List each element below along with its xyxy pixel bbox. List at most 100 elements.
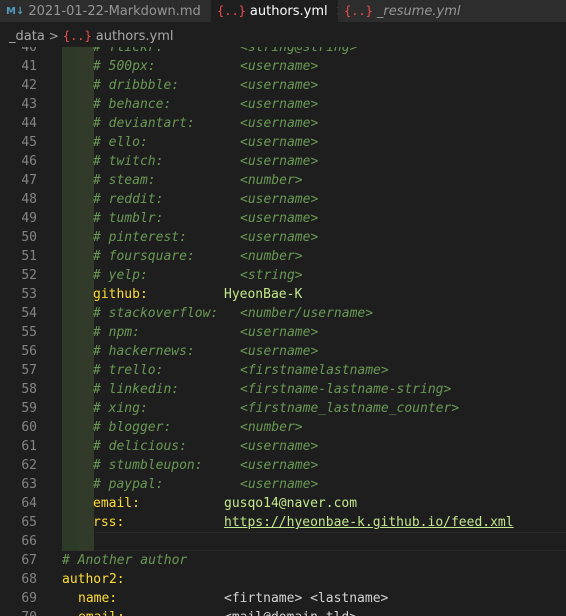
yaml-value: <username> bbox=[240, 97, 319, 112]
indent-guide bbox=[78, 114, 94, 133]
breadcrumb-file[interactable]: authors.yml bbox=[96, 29, 174, 44]
indent-guide bbox=[78, 95, 94, 114]
code-line[interactable]: 55 # npm: <username> bbox=[0, 323, 566, 342]
code-line[interactable]: 47 # steam: <number> bbox=[0, 171, 566, 190]
code-line[interactable]: 58 # linkedin: <firstname-lastname-string> bbox=[0, 380, 566, 399]
line-number: 67 bbox=[21, 553, 37, 568]
indent-guide bbox=[78, 380, 94, 399]
code-line[interactable]: 67 # Another author bbox=[0, 551, 566, 570]
code-line[interactable]: 70 email: <mail@domain.tld> bbox=[0, 608, 566, 616]
code-editor[interactable]: 40 # flickr: <string@string> 41 # 500px: <use… bbox=[0, 47, 566, 616]
code-line[interactable]: 52 # yelp: <string> bbox=[0, 266, 566, 285]
code-line[interactable]: 43 # behance: <username> bbox=[0, 95, 566, 114]
code-line[interactable]: 65 rss: https://hyeonbae-k.github.io/feed.… bbox=[0, 513, 566, 532]
code-line[interactable]: 41 # 500px: <username> bbox=[0, 57, 566, 76]
line-number: 70 bbox=[0, 608, 37, 616]
indent-guide bbox=[78, 532, 94, 551]
tab-markdown[interactable]: M↓ 2021-01-22-Markdown.md bbox=[0, 0, 211, 22]
code-line[interactable]: 51 # foursquare: <number> bbox=[0, 247, 566, 266]
code-line[interactable]: 69 name: <firtname> <lastname> bbox=[0, 589, 566, 608]
code-line[interactable]: 46 # twitch: <username> bbox=[0, 152, 566, 171]
indent-guide bbox=[78, 399, 94, 418]
line-number: 52 bbox=[21, 268, 37, 283]
line-number: 41 bbox=[21, 59, 37, 74]
indent-guide bbox=[78, 228, 94, 247]
yaml-comment: # xing: bbox=[93, 401, 148, 416]
code-line[interactable]: 48 # reddit: <username> bbox=[0, 190, 566, 209]
yaml-comment: # dribbble: bbox=[93, 78, 180, 93]
code-line[interactable]: 42 # dribbble: <username> bbox=[0, 76, 566, 95]
tab-label: _resume.yml bbox=[376, 3, 461, 19]
tab-resume-yml[interactable]: {..} _resume.yml bbox=[338, 0, 566, 22]
code-line[interactable]: 45 # ello: <username> bbox=[0, 133, 566, 152]
line-number: 63 bbox=[21, 477, 37, 492]
code-line[interactable]: 54 # stackoverflow: <number/username> bbox=[0, 304, 566, 323]
line-number: 49 bbox=[21, 211, 37, 226]
yaml-value: <username> bbox=[240, 211, 319, 226]
yaml-comment: # deviantart: bbox=[93, 116, 195, 131]
code-line[interactable]: 64 email: gusqo14@naver.com bbox=[0, 494, 566, 513]
yaml-value: <username> bbox=[240, 192, 319, 207]
line-number: 66 bbox=[21, 534, 37, 549]
indent-guide bbox=[62, 247, 78, 266]
yaml-comment: # npm: bbox=[93, 325, 140, 340]
yaml-comment: # behance: bbox=[93, 97, 172, 112]
yaml-comment: # reddit: bbox=[93, 192, 164, 207]
code-line[interactable]: 40 # flickr: <string@string> bbox=[0, 47, 566, 57]
indent-guide bbox=[62, 342, 78, 361]
yaml-value: <username> bbox=[240, 59, 319, 74]
line-number: 57 bbox=[21, 363, 37, 378]
yaml-key: rss: bbox=[93, 515, 125, 530]
yaml-comment: # foursquare: bbox=[93, 249, 195, 264]
indent-guide bbox=[62, 228, 78, 247]
yaml-value: <username> bbox=[240, 477, 319, 492]
yaml-value: <username> bbox=[240, 116, 319, 131]
indent-guide bbox=[78, 456, 94, 475]
code-line[interactable]: 56 # hackernews: <username> bbox=[0, 342, 566, 361]
tab-label: authors.yml bbox=[249, 3, 328, 19]
indent-guide bbox=[62, 418, 78, 437]
code-line[interactable]: 63 # paypal: <username> bbox=[0, 475, 566, 494]
tab-bar: M↓ 2021-01-22-Markdown.md {..} authors.y… bbox=[0, 0, 566, 22]
line-number: 62 bbox=[21, 458, 37, 473]
tab-authors-yml[interactable]: {..} authors.yml × bbox=[211, 0, 347, 22]
indent-guide bbox=[78, 247, 94, 266]
tab-label: 2021-01-22-Markdown.md bbox=[28, 3, 201, 19]
yaml-value: <mail@domain.tld> bbox=[224, 608, 357, 616]
indent-guide bbox=[78, 76, 94, 95]
code-line[interactable]: 57 # trello: <firstnamelastname> bbox=[0, 361, 566, 380]
code-line[interactable]: 62 # stumbleupon: <username> bbox=[0, 456, 566, 475]
code-line[interactable]: 49 # tumblr: <username> bbox=[0, 209, 566, 228]
indent-guide bbox=[62, 114, 78, 133]
yaml-comment: # 500px: bbox=[93, 59, 156, 74]
yaml-value: HyeonBae-K bbox=[224, 287, 303, 302]
code-line[interactable]: 53 github: HyeonBae-K bbox=[0, 285, 566, 304]
yaml-comment: # delicious: bbox=[93, 439, 187, 454]
indent-guide bbox=[78, 304, 94, 323]
code-line[interactable]: 50 # pinterest: <username> bbox=[0, 228, 566, 247]
yaml-value: <username> bbox=[240, 154, 319, 169]
code-line[interactable]: 68 author2: bbox=[0, 570, 566, 589]
editor-lines: 40 # flickr: <string@string> 41 # 500px: <use… bbox=[0, 47, 566, 616]
line-number: 50 bbox=[21, 230, 37, 245]
line-number: 44 bbox=[21, 116, 37, 131]
line-number: 65 bbox=[21, 515, 37, 530]
yaml-comment: # linkedin: bbox=[93, 382, 180, 397]
breadcrumb-folder[interactable]: _data bbox=[9, 29, 45, 44]
yaml-comment: # steam: bbox=[93, 173, 156, 188]
yaml-comment: # blogger: bbox=[93, 420, 172, 435]
line-number: 48 bbox=[21, 192, 37, 207]
code-line[interactable]: 60 # blogger: <number> bbox=[0, 418, 566, 437]
indent-guide bbox=[62, 285, 78, 304]
code-line[interactable]: 66 bbox=[0, 532, 566, 551]
yaml-value: <firtname> <lastname> bbox=[224, 591, 389, 606]
chevron-right-icon: > bbox=[48, 29, 59, 43]
code-line[interactable]: 61 # delicious: <username> bbox=[0, 437, 566, 456]
code-line[interactable]: 44 # deviantart: <username> bbox=[0, 114, 566, 133]
yaml-value: <number> bbox=[240, 249, 303, 264]
yaml-value: <number> bbox=[240, 173, 303, 188]
code-line[interactable]: 59 # xing: <firstname_lastname_counter> bbox=[0, 399, 566, 418]
yaml-comment: # pinterest: bbox=[93, 230, 187, 245]
line-number: 53 bbox=[21, 287, 37, 302]
yaml-link-value[interactable]: https://hyeonbae-k.github.io/feed.xml bbox=[224, 513, 514, 532]
